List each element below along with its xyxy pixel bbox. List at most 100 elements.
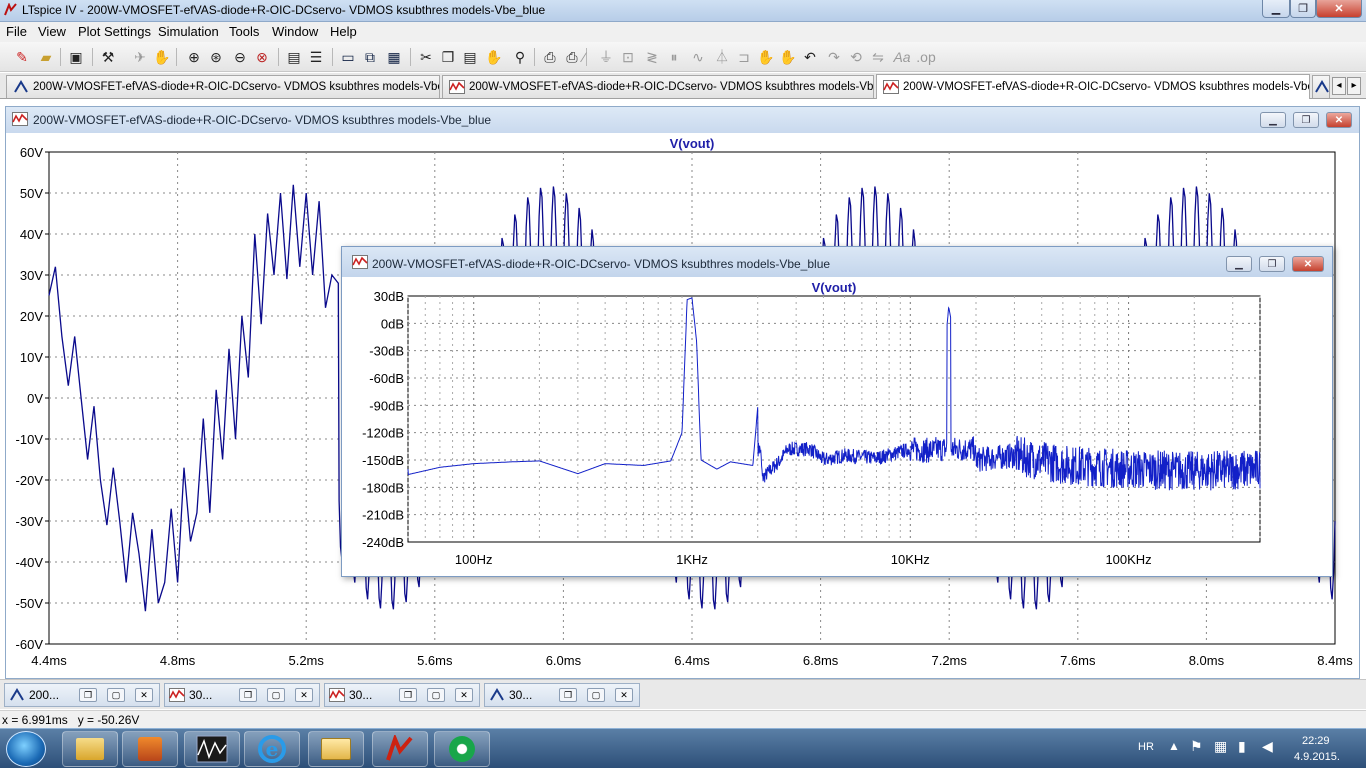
- mirror-icon[interactable]: ⇋: [868, 47, 888, 67]
- menu-simulation[interactable]: Simulation: [158, 24, 219, 39]
- language-indicator[interactable]: HR: [1138, 741, 1154, 753]
- resistor-icon[interactable]: ≷: [642, 47, 662, 67]
- wire-icon[interactable]: ⁄: [574, 47, 594, 67]
- volume-icon[interactable]: ◀: [1262, 738, 1273, 755]
- spice-directive-icon[interactable]: .op: [916, 47, 936, 67]
- capacitor-icon[interactable]: ⏸: [664, 47, 684, 67]
- oscilloscope-icon[interactable]: [184, 731, 240, 767]
- maximize-button[interactable]: ▢: [107, 688, 125, 702]
- zoom-in-icon[interactable]: ⊕: [184, 47, 204, 67]
- halt-icon[interactable]: ✋: [152, 47, 172, 67]
- file-explorer-icon[interactable]: [62, 731, 118, 767]
- close-button[interactable]: ✕: [455, 688, 473, 702]
- start-orb-icon[interactable]: [6, 731, 46, 767]
- open-icon[interactable]: ▰: [36, 47, 56, 67]
- y-tick-label: 50V: [20, 186, 43, 201]
- app-package-icon[interactable]: [122, 731, 178, 767]
- menu-file[interactable]: File: [6, 24, 27, 39]
- restore-button[interactable]: ❐: [239, 688, 257, 702]
- cut-icon[interactable]: ✂: [416, 47, 436, 67]
- ltspice-icon[interactable]: [372, 731, 428, 767]
- restore-button[interactable]: ❐: [559, 688, 577, 702]
- inductor-icon[interactable]: ∿: [688, 47, 708, 67]
- fft-close-button[interactable]: ✕: [1292, 256, 1324, 272]
- y-tick-label: -20V: [16, 473, 44, 488]
- new-schematic-icon[interactable]: ✎: [12, 47, 32, 67]
- clock-time[interactable]: 22:29: [1302, 735, 1330, 747]
- diode-icon[interactable]: ⏃: [712, 47, 732, 67]
- doc-tab-overflow[interactable]: [1312, 75, 1330, 98]
- transient-close-button[interactable]: ✕: [1326, 112, 1352, 128]
- menu-window[interactable]: Window: [272, 24, 318, 39]
- restore-button[interactable]: ❐: [79, 688, 97, 702]
- tile-windows-icon[interactable]: ▦: [384, 47, 404, 67]
- zoom-out-icon[interactable]: ⊖: [230, 47, 250, 67]
- close-button[interactable]: ✕: [295, 688, 313, 702]
- zoom-cancel-icon[interactable]: ⊗: [252, 47, 272, 67]
- internet-explorer-icon[interactable]: e: [244, 731, 300, 767]
- print-setup-icon[interactable]: ⎙: [540, 47, 560, 67]
- doc-tab-schematic[interactable]: 200W-VMOSFET-efVAS-diode+R-OIC-DCservo- …: [6, 75, 440, 98]
- tab-scroll-left-button[interactable]: ◂: [1332, 77, 1346, 95]
- cascade-icon[interactable]: ▭: [338, 47, 358, 67]
- x-tick-label: 4.4ms: [31, 653, 67, 668]
- fft-restore-button[interactable]: ❐: [1259, 256, 1285, 272]
- y-tick-label: -50V: [16, 596, 44, 611]
- minimized-window-1[interactable]: 200... ❐ ▢ ✕: [4, 683, 160, 707]
- component-icon[interactable]: ⊐: [734, 47, 754, 67]
- label-icon[interactable]: ⊡: [618, 47, 638, 67]
- rotate-icon[interactable]: ⟲: [846, 47, 866, 67]
- text-icon[interactable]: Aa: [892, 47, 912, 67]
- restore-button[interactable]: ❐: [399, 688, 417, 702]
- maximize-button[interactable]: ▢: [587, 688, 605, 702]
- run-icon[interactable]: ✈: [130, 47, 150, 67]
- tab-scroll-right-button[interactable]: ▸: [1347, 77, 1361, 95]
- app-minimize-button[interactable]: ▁: [1262, 0, 1290, 18]
- save-icon[interactable]: ▣: [66, 47, 86, 67]
- copy-icon[interactable]: ❐: [438, 47, 458, 67]
- paste-icon[interactable]: ▤: [460, 47, 480, 67]
- delete-icon[interactable]: ✋: [484, 47, 504, 67]
- transient-restore-button[interactable]: ❐: [1293, 112, 1319, 128]
- menu-plot-settings[interactable]: Plot Settings: [78, 24, 151, 39]
- maximize-button[interactable]: ▢: [267, 688, 285, 702]
- minimized-window-3[interactable]: 30... ❐ ▢ ✕: [324, 683, 480, 707]
- close-button[interactable]: ✕: [615, 688, 633, 702]
- undo-icon[interactable]: ↶: [800, 47, 820, 67]
- network-icon[interactable]: ▦: [1214, 738, 1227, 755]
- y-tick-label: -240dB: [362, 535, 404, 550]
- action-center-icon[interactable]: ⚑: [1190, 738, 1203, 755]
- show-hidden-icons-icon[interactable]: ▲: [1168, 739, 1180, 753]
- green-app-icon[interactable]: [434, 731, 490, 767]
- app-close-button[interactable]: ✕: [1316, 0, 1362, 18]
- drag-icon[interactable]: ✋: [778, 47, 798, 67]
- x-tick-label: 5.6ms: [417, 653, 453, 668]
- control-panel-icon[interactable]: ⚒: [98, 47, 118, 67]
- doc-tab-waveform-2[interactable]: 200W-VMOSFET-efVAS-diode+R-OIC-DCservo- …: [876, 74, 1310, 99]
- minimized-window-2[interactable]: 30... ❐ ▢ ✕: [164, 683, 320, 707]
- menu-help[interactable]: Help: [330, 24, 357, 39]
- app-restore-button[interactable]: ❐: [1290, 0, 1316, 18]
- tile-vertical-icon[interactable]: ⧉: [360, 47, 380, 67]
- y-tick-label: 30dB: [374, 289, 404, 304]
- menu-view[interactable]: View: [38, 24, 66, 39]
- fft-plot[interactable]: V(vout) 30dB 0dB -30dB -60dB -90dB -120dB -150d…: [342, 277, 1332, 576]
- menu-tools[interactable]: Tools: [229, 24, 259, 39]
- minimized-window-4[interactable]: 30... ❐ ▢ ✕: [484, 683, 640, 707]
- email-icon[interactable]: [308, 731, 364, 767]
- power-icon[interactable]: ▮: [1238, 738, 1246, 755]
- redo-icon[interactable]: ↷: [824, 47, 844, 67]
- tile-horizontal-icon[interactable]: ☰: [306, 47, 326, 67]
- close-button[interactable]: ✕: [135, 688, 153, 702]
- find-icon[interactable]: ⚲: [510, 47, 530, 67]
- ground-icon[interactable]: ⏚: [596, 47, 616, 67]
- y-tick-label: -120dB: [362, 426, 404, 441]
- clock-date[interactable]: 4.9.2015.: [1294, 751, 1340, 763]
- maximize-button[interactable]: ▢: [427, 688, 445, 702]
- zoom-pan-icon[interactable]: ⊛: [206, 47, 226, 67]
- doc-tab-waveform-1[interactable]: 200W-VMOSFET-efVAS-diode+R-OIC-DCservo- …: [442, 75, 874, 98]
- move-icon[interactable]: ✋: [756, 47, 776, 67]
- fft-minimize-button[interactable]: ▁: [1226, 256, 1252, 272]
- autorange-icon[interactable]: ▤: [284, 47, 304, 67]
- transient-minimize-button[interactable]: ▁: [1260, 112, 1286, 128]
